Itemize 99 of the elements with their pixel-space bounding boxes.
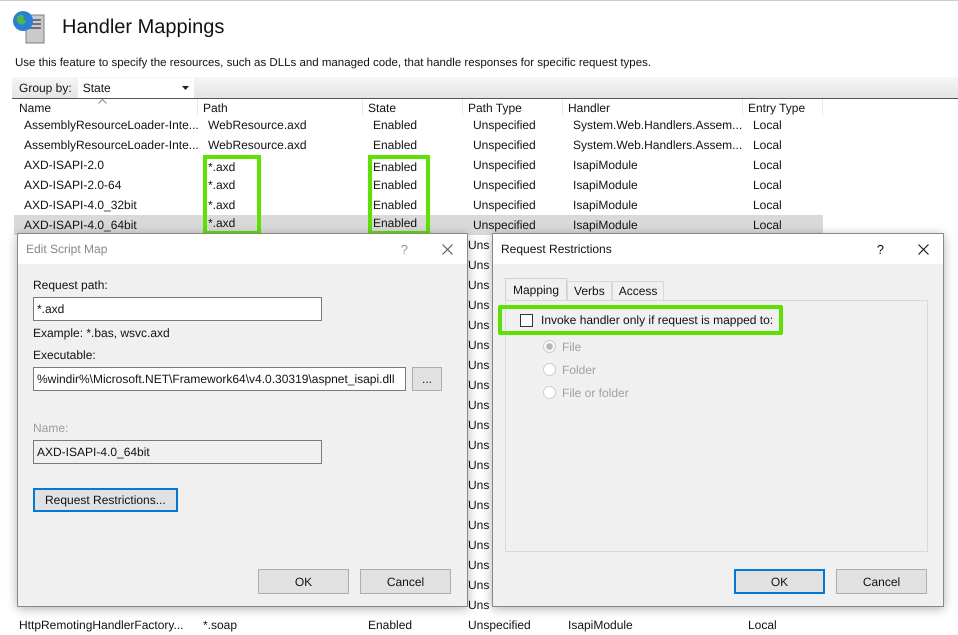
table-cell: Uns (468, 478, 490, 492)
column-header[interactable]: Handler (563, 99, 743, 115)
help-button[interactable]: ? (876, 242, 884, 256)
table-cell-text: System.Web.Handlers.Assem... (572, 137, 743, 154)
checkbox-label: Invoke handler only if request is mapped to: (541, 313, 774, 327)
dialog-title: Request Restrictions (501, 242, 613, 256)
table-cell: *.axd (203, 155, 261, 175)
table-cell-text: Unspecified (472, 177, 537, 194)
tab[interactable]: Mapping (505, 278, 568, 300)
table-cell-text: AXD-ISAPI-4.0_32bit (23, 197, 138, 214)
radio-label: File or folder (562, 386, 629, 400)
table-cell-text: AXD-ISAPI-2.0 (23, 157, 106, 174)
checkbox[interactable] (520, 314, 533, 326)
table-cell-text: Unspecified (472, 197, 537, 214)
table-cell-text: IsapiModule (572, 157, 639, 174)
request-restrictions-button[interactable]: Request Restrictions... (33, 488, 178, 512)
table-cell-text: IsapiModule (572, 217, 639, 234)
close-icon[interactable] (918, 244, 929, 254)
column-header[interactable]: State (363, 99, 463, 115)
table-cell-text: Unspecified (472, 137, 537, 154)
table-cell: Uns (468, 278, 490, 292)
table-cell: Uns (468, 538, 490, 552)
table-cell-text: Local (752, 197, 783, 214)
table-cell: *.soap (203, 618, 238, 632)
dropdown-caret-icon (182, 86, 189, 90)
table-cell: Uns (468, 418, 490, 432)
example-text: Example: *.bas, wsvc.axd (33, 326, 170, 342)
column-header[interactable]: Path Type (463, 99, 563, 115)
executable-field[interactable]: %windir%\Microsoft.NET\Framework64\v4.0.30319\aspnet_isapi.dll (33, 367, 406, 391)
table-cell-text: Local (752, 157, 783, 174)
table-cell: Uns (468, 398, 490, 412)
table-cell: Uns (468, 318, 490, 332)
tab[interactable]: Verbs (567, 281, 612, 300)
table-row[interactable]: AssemblyResourceLoader-Inte... WebResource.axd Enabled Unspecified System.Web.Handlers.Assem... Local (14, 135, 823, 155)
field-label: Request path: (33, 278, 108, 294)
table-cell: Uns (468, 518, 490, 532)
table-row[interactable]: HttpRemotingHandlerFactory... *.soap Enabled Unspecified IsapiModule Local (14, 615, 823, 635)
request-path-field[interactable]: *.axd (33, 297, 322, 321)
table-cell: Uns (468, 378, 490, 392)
table-cell-text: Unspecified (472, 117, 537, 134)
table-cell-text: Enabled (372, 117, 418, 134)
browse-button[interactable]: ... (412, 367, 442, 391)
table-cell: *.axd (203, 175, 261, 195)
table-cell-text: IsapiModule (572, 197, 639, 214)
ok-button[interactable]: OK (734, 569, 825, 594)
table-cell-text: WebResource.axd (207, 137, 308, 154)
field-label: Executable: (33, 348, 96, 364)
table-cell: Enabled (368, 618, 412, 632)
table-cell: Enabled (368, 175, 430, 195)
radio-label: File (562, 340, 582, 354)
table-cell-text: Local (752, 177, 783, 194)
table-cell: IsapiModule (568, 618, 633, 632)
table-cell: Uns (468, 258, 490, 272)
table-cell: Uns (468, 358, 490, 372)
cancel-button[interactable]: Cancel (360, 569, 451, 594)
table-cell-text: WebResource.axd (207, 117, 308, 134)
table-cell: Uns (468, 598, 490, 612)
table-cell: Unspecified (468, 618, 531, 632)
table-cell: Uns (468, 438, 490, 452)
table-row[interactable]: AXD-ISAPI-2.0 *.axd Enabled Unspecified IsapiModule Local (14, 155, 823, 175)
group-by-dropdown[interactable]: State (78, 78, 194, 98)
table-cell: Uns (468, 338, 490, 352)
table-cell-text: System.Web.Handlers.Assem... (572, 117, 743, 134)
table-cell-text: Enabled (372, 137, 418, 154)
table-row[interactable]: AXD-ISAPI-2.0-64 *.axd Enabled Unspecified IsapiModule Local (14, 175, 823, 195)
ok-button[interactable]: OK (258, 569, 349, 594)
table-cell-text: AXD-ISAPI-4.0_64bit (23, 217, 138, 234)
page-title: Handler Mappings (62, 16, 224, 38)
table-cell: Uns (468, 238, 490, 252)
table-cell-text: Local (752, 217, 783, 234)
table-cell-text: AssemblyResourceLoader-Inte... (23, 117, 198, 134)
cancel-button[interactable]: Cancel (836, 569, 927, 594)
column-header[interactable]: Path (198, 99, 363, 115)
table-row[interactable]: AXD-ISAPI-4.0_64bit *.axd Enabled Unspecified IsapiModule Local (14, 215, 823, 235)
field-label: Name: (33, 421, 68, 437)
table-cell-text: AXD-ISAPI-2.0-64 (23, 177, 122, 194)
table-cell: HttpRemotingHandlerFactory... (19, 618, 184, 632)
table-cell-text: Local (752, 117, 783, 134)
dialog-title: Edit Script Map (26, 242, 108, 256)
column-header[interactable]: Name (14, 99, 198, 115)
close-icon[interactable] (442, 244, 453, 254)
table-cell-text: Local (752, 137, 783, 154)
table-cell: Uns (468, 298, 490, 312)
table-cell-text: Unspecified (472, 217, 537, 234)
table-cell: Uns (468, 498, 490, 512)
table-cell: Enabled (368, 155, 430, 175)
table-cell: Uns (468, 578, 490, 592)
table-cell: Local (748, 618, 777, 632)
radio-label: Folder (562, 362, 596, 376)
group-by-label: Group by: (18, 80, 73, 94)
table-cell-text: Unspecified (472, 157, 537, 174)
column-header[interactable]: Entry Type (743, 99, 823, 115)
table-cell: Uns (468, 458, 490, 472)
table-cell-text: AssemblyResourceLoader-Inte... (23, 137, 198, 154)
tab[interactable]: Access (612, 281, 664, 300)
table-row[interactable]: AssemblyResourceLoader-Inte... WebResource.axd Enabled Unspecified System.Web.Handlers.Assem... Local (14, 115, 823, 135)
table-cell-text: IsapiModule (572, 177, 639, 194)
page-description: Use this feature to specify the resources, such as DLLs and managed code, that handle responses for specific request types. (15, 57, 652, 71)
table-cell: Uns (468, 558, 490, 572)
